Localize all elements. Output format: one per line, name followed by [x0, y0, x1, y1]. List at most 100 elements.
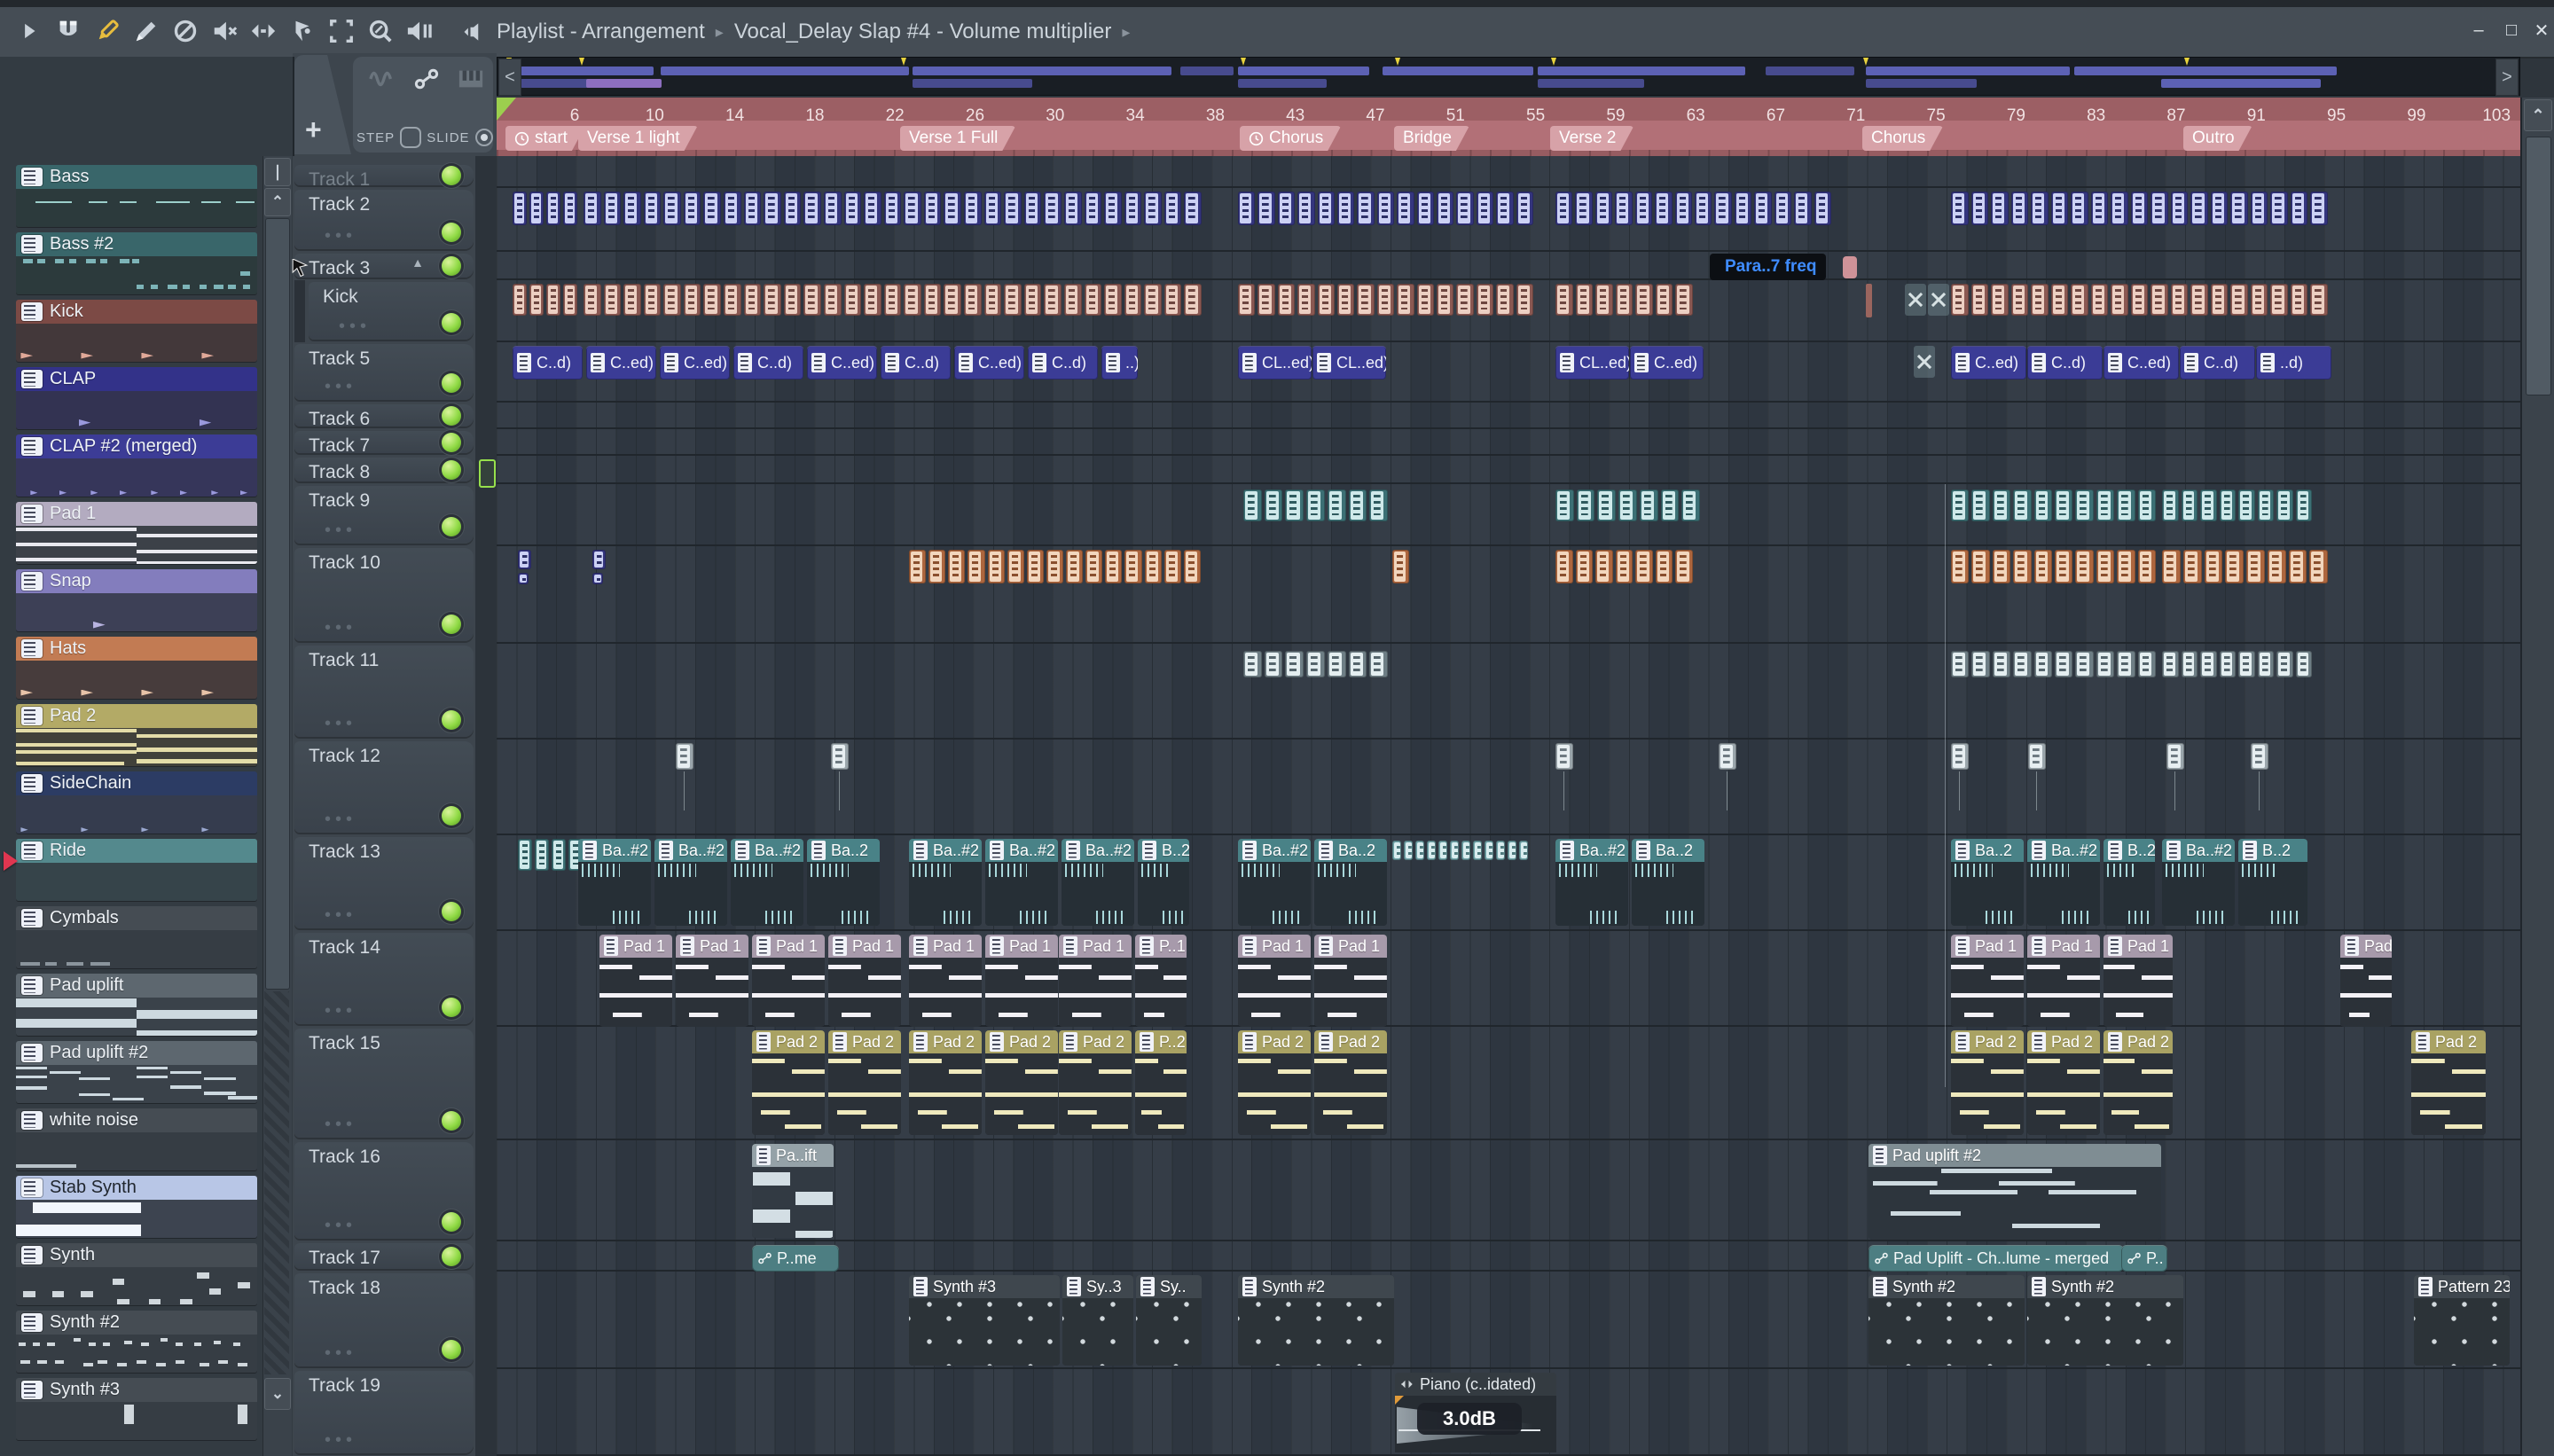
pattern-clip[interactable]	[1327, 651, 1346, 677]
pattern-clip[interactable]	[1618, 489, 1637, 521]
pattern-clip[interactable]	[1348, 651, 1367, 677]
track-mute-led[interactable]	[442, 405, 461, 426]
pattern-clip[interactable]	[2162, 651, 2179, 677]
pattern-clip[interactable]	[1991, 192, 2009, 225]
pattern-clip[interactable]	[803, 284, 821, 316]
pattern-clip[interactable]	[1063, 284, 1082, 316]
pattern-clip[interactable]	[1044, 192, 1062, 225]
pattern-clip[interactable]	[2117, 489, 2135, 521]
pattern-card-header[interactable]: Ride	[16, 839, 257, 863]
pattern-clip[interactable]	[1615, 550, 1633, 583]
pattern-clip[interactable]	[964, 284, 982, 316]
pencil-icon[interactable]	[92, 16, 122, 46]
clip-with-body[interactable]: Sy..3	[1062, 1275, 1133, 1366]
track-mute-led[interactable]	[442, 373, 461, 393]
pattern-clip[interactable]	[1992, 550, 2011, 583]
pattern-card-header[interactable]: Cymbals	[16, 906, 257, 930]
pattern-clip[interactable]	[1144, 192, 1162, 225]
pattern-clip[interactable]	[663, 192, 681, 225]
pattern-clip[interactable]	[1183, 550, 1201, 583]
pattern-clip[interactable]	[1516, 284, 1533, 316]
no-snap-icon[interactable]	[170, 16, 200, 46]
clip-labeled[interactable]: C..ed)	[954, 346, 1024, 380]
pattern-clip[interactable]	[2013, 550, 2032, 583]
pattern-clip[interactable]	[764, 284, 781, 316]
pattern-clip[interactable]	[1046, 550, 1064, 583]
pattern-clip[interactable]	[1376, 284, 1395, 316]
pattern-scrollbar-thumb[interactable]	[265, 218, 290, 990]
pattern-card-header[interactable]: Pad 2	[16, 704, 257, 728]
pattern-clip[interactable]	[1163, 284, 1182, 316]
track-header[interactable]: Track 19 •••	[294, 1371, 474, 1453]
pattern-clip[interactable]	[2181, 489, 2198, 521]
pattern-clip[interactable]	[1124, 550, 1142, 583]
clip-with-body[interactable]: Pad 1	[828, 935, 901, 1027]
pattern-clip[interactable]	[513, 192, 527, 225]
pattern-clip[interactable]	[1437, 192, 1454, 225]
clip-with-body[interactable]: Synth #2	[1868, 1275, 2025, 1366]
pattern-clip[interactable]	[683, 284, 701, 316]
pattern-clip[interactable]	[2288, 550, 2307, 583]
clip-with-body[interactable]: Pad 2	[1951, 1030, 2024, 1135]
pattern-clip[interactable]	[964, 192, 982, 225]
clip-with-body[interactable]: Synth #2	[1238, 1275, 1394, 1366]
clip-with-body[interactable]: Pad 2	[828, 1030, 901, 1135]
pattern-card[interactable]: Pad 2	[16, 704, 257, 766]
pattern-clip[interactable]	[2250, 192, 2268, 225]
pattern-card[interactable]: Pad uplift	[16, 974, 257, 1036]
pattern-clip[interactable]	[1476, 192, 1494, 225]
playback-speaker-icon[interactable]	[404, 16, 435, 46]
pattern-clip[interactable]	[2033, 651, 2052, 677]
clip-with-body[interactable]: Pad 1	[1314, 935, 1387, 1027]
pattern-clip[interactable]	[1655, 550, 1673, 583]
pattern-scroll-down-button[interactable]: ⌄	[264, 1378, 291, 1410]
window-title-menu[interactable]: Playlist - Arrangement ▸ Vocal_Delay Sla…	[461, 18, 1130, 46]
pattern-clip[interactable]	[1184, 192, 1202, 225]
clip-labeled[interactable]: C..ed)	[2104, 346, 2179, 380]
clip-with-body[interactable]: Pad 2	[985, 1030, 1058, 1135]
pattern-clip[interactable]	[2200, 489, 2217, 521]
pattern-card-header[interactable]: Pad 1	[16, 502, 257, 526]
pattern-card-header[interactable]: Kick	[16, 300, 257, 324]
pattern-clip[interactable]	[1415, 841, 1424, 860]
pattern-clip[interactable]	[2130, 284, 2149, 316]
track-header[interactable]: Track 10 •••	[294, 548, 474, 641]
pattern-clip[interactable]	[529, 284, 544, 316]
pattern-clip[interactable]	[2200, 651, 2217, 677]
clip-labeled[interactable]: C..d)	[733, 346, 803, 380]
maximize-button[interactable]: □	[2498, 20, 2525, 41]
pattern-clip[interactable]	[2238, 651, 2255, 677]
breadcrumb-selection[interactable]: Vocal_Delay Slap #4 - Volume multiplier	[734, 20, 1112, 44]
play-icon[interactable]	[14, 16, 44, 46]
pattern-clip[interactable]	[1297, 192, 1315, 225]
pattern-clip[interactable]	[546, 192, 560, 225]
pattern-clip[interactable]	[2031, 192, 2049, 225]
step-checkbox[interactable]	[400, 127, 422, 148]
pattern-clip[interactable]	[1575, 284, 1594, 316]
pattern-clip[interactable]	[1635, 284, 1653, 316]
pattern-clip[interactable]	[1327, 489, 1346, 521]
pattern-clip[interactable]	[2071, 192, 2088, 225]
pattern-clip[interactable]	[1306, 651, 1325, 677]
pattern-clip[interactable]	[643, 192, 662, 225]
timeline-marker[interactable]: Verse 1 light	[578, 126, 698, 151]
clip-with-body[interactable]: Pad 1	[909, 935, 982, 1027]
clip-with-body[interactable]: Ba..#2	[909, 839, 982, 926]
pattern-card[interactable]: CLAP #2 (merged)	[16, 434, 257, 497]
clip-with-body[interactable]: Ba..2	[1951, 839, 2024, 926]
pattern-clip[interactable]	[1084, 284, 1102, 316]
pattern-card[interactable]: Hats	[16, 637, 257, 699]
clip-labeled[interactable]: C..ed)	[1951, 346, 2026, 380]
pattern-clip[interactable]	[2075, 651, 2094, 677]
track-header[interactable]: Track 5 •••	[294, 344, 474, 400]
pattern-clip[interactable]	[1674, 192, 1692, 225]
pattern-clip[interactable]	[1285, 651, 1304, 677]
pattern-clip[interactable]	[743, 284, 762, 316]
pattern-clip[interactable]	[1277, 284, 1296, 316]
clip-with-body[interactable]: Pad 1	[985, 935, 1058, 1027]
pattern-clip[interactable]	[703, 284, 722, 316]
track-mute-led[interactable]	[442, 432, 461, 452]
clip-with-body[interactable]: Pa..ift	[752, 1144, 834, 1238]
track-mute-led[interactable]	[442, 459, 461, 480]
pattern-clip[interactable]	[1066, 550, 1084, 583]
